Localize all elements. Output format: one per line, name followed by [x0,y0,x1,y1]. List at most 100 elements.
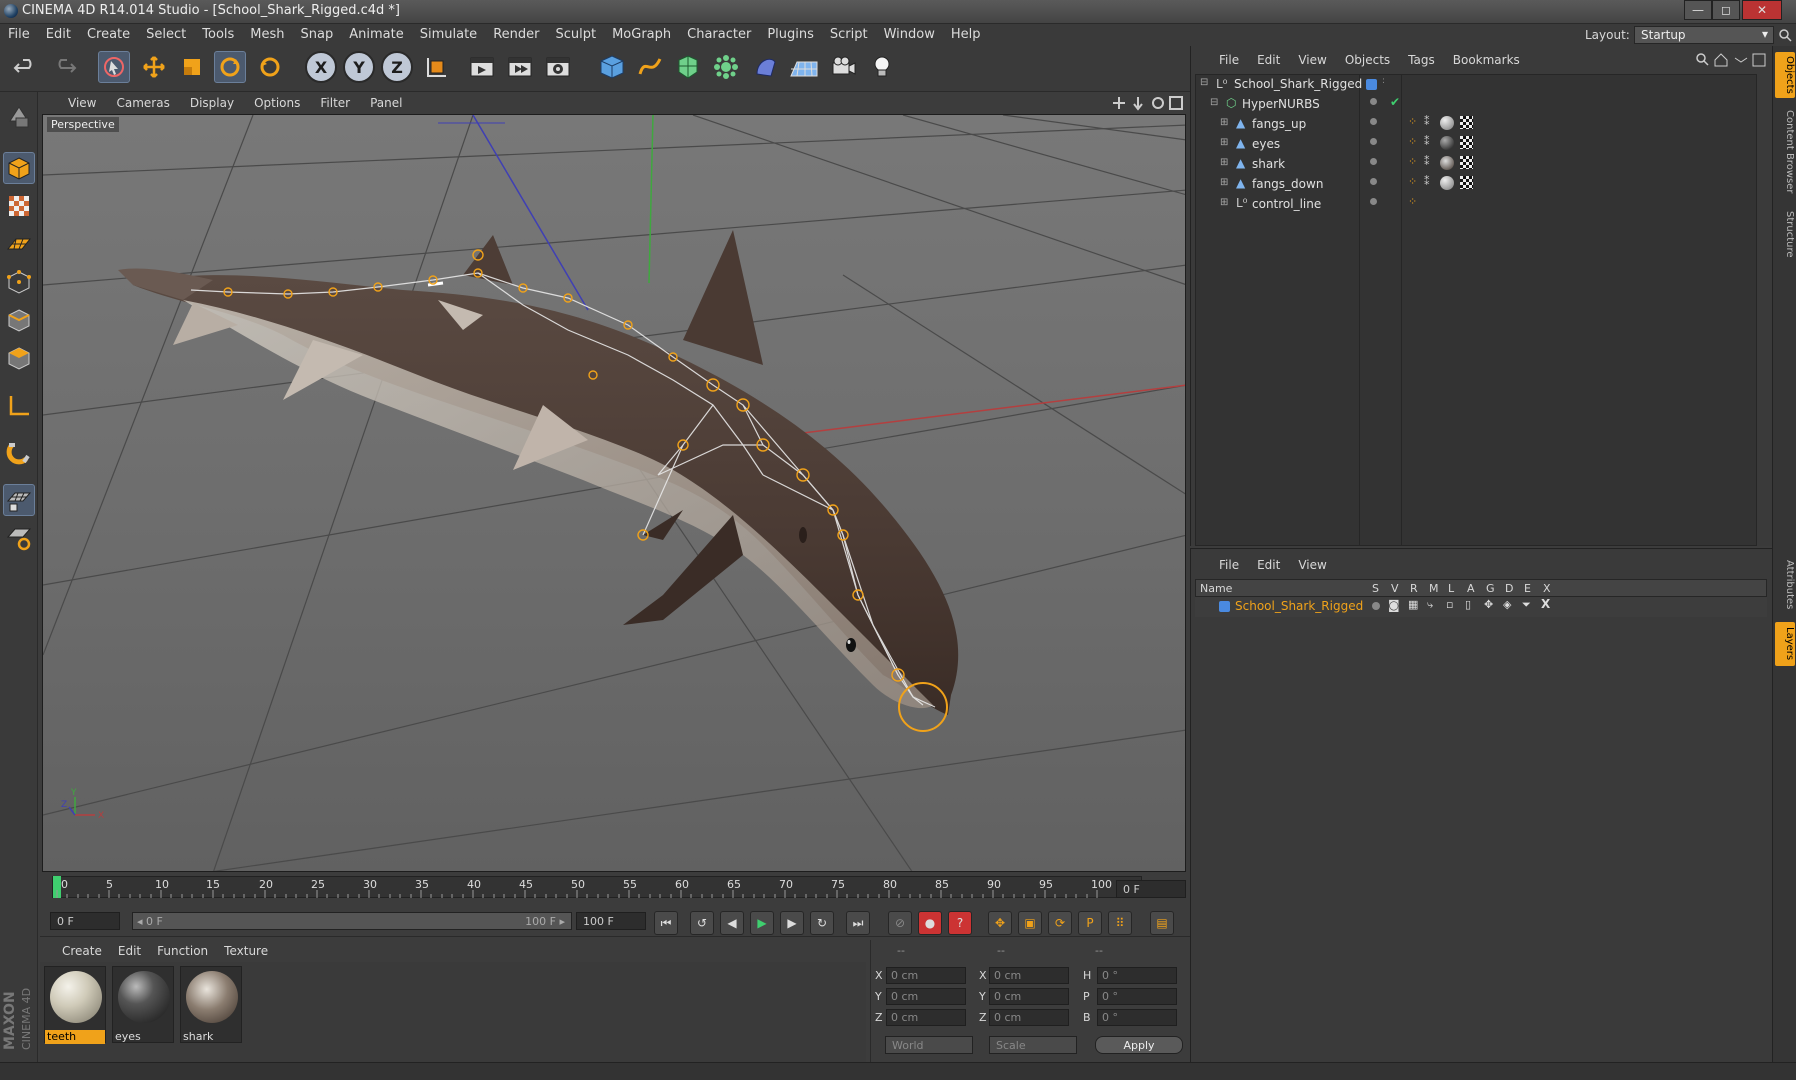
uvw-tag-icon[interactable] [1460,116,1473,129]
menu-snap[interactable]: Snap [293,24,342,42]
material-tag-icon[interactable] [1440,176,1454,190]
material-tag-icon[interactable] [1440,156,1454,170]
layer-col-locked[interactable]: L [1448,582,1454,595]
tree-row[interactable]: ⊞ ▲ shark ⁘ ⁑ [1196,155,1756,175]
layer-col-generators[interactable]: G [1486,582,1495,595]
viewport-menu-display[interactable]: Display [180,92,244,110]
layer-menu-view[interactable]: View [1288,555,1334,572]
layer-solo-toggle[interactable] [1372,602,1380,610]
layer-xref-icon[interactable]: X [1541,597,1550,611]
phong-tag-icon[interactable]: ⁑ [1424,115,1430,128]
layer-expressions-icon[interactable]: ⏷ [1522,598,1531,612]
rotation-p-field[interactable]: 0 ° [1097,988,1177,1005]
position-z-field[interactable]: 0 cm [886,1009,966,1026]
layer-col-view[interactable]: V [1391,582,1399,595]
next-key-icon[interactable]: ↻ [810,911,834,935]
layer-lock-icon[interactable]: ▫ [1446,598,1453,611]
texture-mode-icon[interactable] [3,190,35,222]
layer-color-swatch[interactable] [1219,601,1230,612]
material-menu-function[interactable]: Function [149,940,216,958]
search-icon[interactable] [1778,28,1792,42]
object-menu-bookmarks[interactable]: Bookmarks [1443,50,1528,67]
coordinate-system-icon[interactable] [421,51,453,83]
expand-icon[interactable]: ⊞ [1220,177,1228,188]
layer-name[interactable]: School_Shark_Rigged [1235,599,1363,613]
object-menu-view[interactable]: View [1288,50,1334,67]
undo-icon[interactable] [10,51,42,83]
layer-col-solo[interactable]: S [1372,582,1379,595]
range-slider[interactable]: ◂ 0 F 100 F ▸ [132,912,572,930]
minimize-button[interactable]: — [1684,0,1712,20]
size-x-field[interactable]: 0 cm [989,967,1069,984]
uvw-tag-icon[interactable] [1460,156,1473,169]
start-frame-field[interactable]: 0 F [50,912,120,930]
move-icon[interactable] [138,51,170,83]
layer-col-deformers[interactable]: D [1505,582,1513,595]
key-rotation-icon[interactable]: ⟳ [1048,911,1072,935]
render-settings-icon[interactable] [542,51,574,83]
tree-row[interactable]: ⊟ ⬡ HyperNURBS ✔ [1196,95,1756,115]
viewport-menu-panel[interactable]: Panel [360,92,412,110]
tree-row[interactable]: ⊞ L⁰ control_line ⁘ [1196,195,1756,215]
polygons-mode-icon[interactable] [3,342,35,374]
editor-visibility-dot[interactable] [1370,178,1377,185]
layer-generators-icon[interactable]: ✥ [1484,598,1493,611]
rotation-b-field[interactable]: 0 ° [1097,1009,1177,1026]
menu-animate[interactable]: Animate [341,24,411,42]
menu-edit[interactable]: Edit [38,24,79,42]
live-selection-icon[interactable] [98,51,130,83]
tab-structure[interactable]: Structure [1775,206,1795,262]
uvw-tag-icon[interactable] [1460,176,1473,189]
next-frame-icon[interactable]: ▶ [780,911,804,935]
editor-visibility-dot[interactable] [1370,118,1377,125]
edges-mode-icon[interactable] [3,304,35,336]
render-view-icon[interactable] [466,51,498,83]
layer-manager-icon[interactable]: ⤷ [1427,598,1433,612]
editor-visibility-dot[interactable] [1370,98,1377,105]
model-mode-icon[interactable] [3,152,35,184]
menu-create[interactable]: Create [79,24,138,42]
object-menu-tags[interactable]: Tags [1398,50,1443,67]
points-mode-icon[interactable] [3,266,35,298]
layer-menu-file[interactable]: File [1191,555,1247,572]
menu-select[interactable]: Select [138,24,194,42]
layer-col-xref[interactable]: X [1543,582,1551,595]
coordinate-space-dropdown[interactable]: World [885,1036,973,1054]
go-to-end-icon[interactable]: ⏭ [846,911,870,935]
layer-col-expressions[interactable]: E [1524,582,1531,595]
expand-icon[interactable]: ⊞ [1220,137,1228,148]
layer-row[interactable]: School_Shark_Rigged ◙ ▦ ⤷ ▫ ▯ ✥ ◈ ⏷ X [1195,597,1767,617]
menu-simulate[interactable]: Simulate [412,24,485,42]
autokey-icon[interactable]: ● [918,911,942,935]
material-menu-edit[interactable]: Edit [110,940,149,958]
timeline-ruler[interactable]: 0 5 10 15 20 25 30 35 40 45 50 55 60 65 … [40,874,1190,904]
layer-animation-icon[interactable]: ▯ [1465,598,1471,611]
tree-row[interactable]: ⊞ ▲ fangs_down ⁘ ⁑ [1196,175,1756,195]
snap-magnet-icon[interactable] [3,438,35,470]
tab-content-browser[interactable]: Content Browser [1775,104,1795,200]
key-pla-icon[interactable]: ⠿ [1108,911,1132,935]
previous-frame-icon[interactable]: ◀ [720,911,744,935]
menu-mesh[interactable]: Mesh [242,24,292,42]
expand-icon[interactable]: ⊞ [1220,157,1228,168]
menu-mograph[interactable]: MoGraph [604,24,679,42]
axis-mode-icon[interactable] [3,390,35,422]
key-parameter-icon[interactable]: P [1078,911,1102,935]
menu-script[interactable]: Script [822,24,876,42]
tab-layers[interactable]: Layers [1775,622,1795,666]
material-swatch[interactable]: eyes [112,966,174,1043]
weight-tag-icon[interactable]: ⁘ [1408,195,1417,208]
layer-deformers-icon[interactable]: ◈ [1503,598,1511,611]
workplane-mode-icon[interactable] [3,228,35,260]
uvw-tag-icon[interactable] [1460,136,1473,149]
layer-col-render[interactable]: R [1410,582,1418,595]
floor-environment-icon[interactable] [788,51,820,83]
phong-tag-icon[interactable]: ⁑ [1424,175,1430,188]
play-icon[interactable]: ▶ [750,911,774,935]
weight-tag-icon[interactable]: ⁘ [1408,135,1417,148]
layout-dropdown[interactable]: Startup [1634,26,1774,44]
layer-view-eye-icon[interactable]: ◙ [1388,598,1400,612]
rotate-icon[interactable] [214,51,246,83]
position-x-field[interactable]: 0 cm [886,967,966,984]
x-axis-lock[interactable]: X [305,51,337,83]
